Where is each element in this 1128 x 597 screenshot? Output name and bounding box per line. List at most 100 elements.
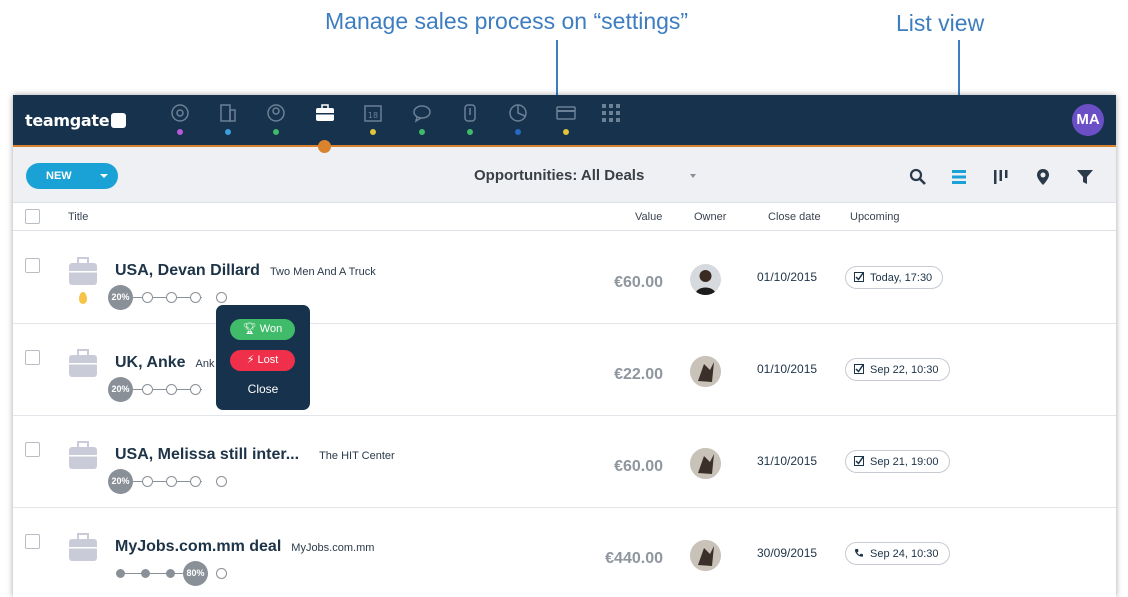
table-row[interactable]: MyJobs.com.mm deal MyJobs.com.mm 80% €440… — [13, 508, 1116, 597]
stage-dot[interactable] — [116, 569, 125, 578]
close-date: 31/10/2015 — [757, 454, 818, 468]
row-checkbox[interactable] — [25, 258, 40, 273]
table-row[interactable]: USA, Devan Dillard Two Men And A Truck 20… — [13, 232, 1116, 324]
header-close-date[interactable]: Close date — [768, 211, 821, 223]
nav-item-target[interactable] — [165, 103, 195, 143]
header-value[interactable]: Value — [635, 211, 662, 223]
app-logo[interactable]: teamgate — [25, 111, 127, 130]
stage-dot[interactable] — [142, 384, 153, 395]
deal-title[interactable]: UK, Anke Ank — [115, 354, 215, 372]
svg-text:18: 18 — [368, 111, 378, 120]
current-stage-badge[interactable]: 20% — [108, 377, 133, 402]
deal-title[interactable]: MyJobs.com.mm deal MyJobs.com.mm — [115, 538, 374, 556]
won-label: Won — [259, 323, 283, 335]
logo-badge-icon — [111, 113, 127, 128]
search-icon[interactable] — [908, 167, 928, 187]
row-checkbox[interactable] — [25, 350, 40, 365]
close-date: 01/10/2015 — [757, 362, 818, 376]
stage-tracker[interactable]: 20% — [108, 469, 248, 495]
header-upcoming[interactable]: Upcoming — [850, 211, 900, 223]
stage-dot[interactable] — [216, 292, 227, 303]
table-row[interactable]: UK, Anke Ank 20% €22.00 01/10/2015 Sep 22… — [13, 324, 1116, 416]
owner-avatar[interactable] — [690, 356, 721, 387]
filter-icon[interactable] — [1075, 167, 1095, 187]
nav-item-contacts[interactable] — [261, 103, 291, 143]
deal-organization[interactable]: MyJobs.com.mm — [291, 542, 374, 554]
pipeline-view-icon[interactable] — [991, 167, 1011, 187]
nav-item-reports[interactable] — [503, 103, 533, 143]
stage-tracker[interactable]: 80% — [108, 561, 248, 587]
task-check-icon — [854, 272, 864, 282]
nav-item-apps[interactable] — [596, 103, 626, 143]
stage-dot[interactable] — [190, 384, 201, 395]
owner-avatar[interactable] — [690, 448, 721, 479]
view-selector[interactable]: Opportunities: All Deals — [474, 167, 644, 184]
card-icon — [556, 106, 576, 120]
current-stage-badge[interactable]: 20% — [108, 285, 133, 310]
lightning-icon: ⚡︎ — [246, 354, 258, 366]
stage-dot[interactable] — [166, 569, 175, 578]
current-stage-badge[interactable]: 80% — [183, 561, 208, 586]
nav-dot — [563, 129, 569, 135]
won-button[interactable]: 🏆︎ Won — [230, 319, 295, 340]
hot-flame-icon — [79, 292, 87, 304]
upcoming-text: Sep 22, 10:30 — [870, 364, 939, 376]
annotation-list-view: List view — [896, 10, 985, 36]
row-checkbox[interactable] — [25, 534, 40, 549]
stage-dot[interactable] — [216, 476, 227, 487]
owner-avatar[interactable] — [690, 540, 721, 571]
logo-text: teamgate — [25, 111, 110, 130]
deal-title[interactable]: USA, Melissa still inter... The HIT Cente… — [115, 446, 395, 464]
owner-avatar[interactable] — [690, 264, 721, 295]
upcoming-activity[interactable]: Sep 22, 10:30 — [845, 358, 950, 381]
stage-dot[interactable] — [166, 476, 177, 487]
upcoming-activity[interactable]: Sep 24, 10:30 — [845, 542, 950, 565]
lost-button[interactable]: ⚡︎ Lost — [230, 350, 295, 371]
attachment-icon — [464, 104, 476, 122]
nav-item-billing[interactable] — [551, 103, 581, 143]
deal-organization[interactable]: The HIT Center — [319, 450, 395, 462]
deal-value: €60.00 — [614, 274, 663, 291]
stage-dot[interactable] — [190, 292, 201, 303]
table-row[interactable]: USA, Melissa still inter... The HIT Cente… — [13, 416, 1116, 508]
deal-organization[interactable]: Ank — [196, 358, 215, 370]
current-stage-badge[interactable]: 20% — [108, 469, 133, 494]
nav-item-companies[interactable] — [213, 103, 243, 143]
stage-dot[interactable] — [141, 569, 150, 578]
user-avatar[interactable]: MA — [1072, 104, 1104, 136]
nav-item-files[interactable] — [455, 103, 485, 143]
stage-dot[interactable] — [142, 292, 153, 303]
stage-dot[interactable] — [166, 292, 177, 303]
nav-item-deals[interactable] — [310, 103, 340, 143]
deal-value: €60.00 — [614, 458, 663, 475]
nav-item-calendar[interactable]: 18 — [358, 103, 388, 143]
deal-title-text: MyJobs.com.mm deal — [115, 538, 282, 555]
nav-item-chat[interactable] — [407, 103, 437, 143]
view-caret-icon[interactable] — [690, 174, 696, 178]
deal-title[interactable]: USA, Devan Dillard Two Men And A Truck — [115, 262, 376, 280]
stage-dot[interactable] — [190, 476, 201, 487]
map-pin-icon[interactable] — [1033, 167, 1053, 187]
header-owner[interactable]: Owner — [694, 211, 726, 223]
close-popup-button[interactable]: Close — [216, 382, 310, 396]
nav-dot — [225, 129, 231, 135]
stage-popup: 🏆︎ Won ⚡︎ Lost Close — [216, 305, 310, 410]
list-view-icon[interactable] — [949, 167, 969, 187]
stage-dot[interactable] — [166, 384, 177, 395]
upcoming-activity[interactable]: Sep 21, 19:00 — [845, 450, 950, 473]
target-icon — [171, 104, 189, 122]
calendar-icon: 18 — [364, 105, 382, 122]
upcoming-activity[interactable]: Today, 17:30 — [845, 266, 944, 289]
row-checkbox[interactable] — [25, 442, 40, 457]
nav-dot — [419, 129, 425, 135]
upcoming-text: Sep 24, 10:30 — [870, 548, 939, 560]
stage-dot[interactable] — [142, 476, 153, 487]
new-button[interactable]: NEW — [26, 163, 118, 189]
deal-organization[interactable]: Two Men And A Truck — [270, 266, 376, 278]
header-title[interactable]: Title — [68, 211, 88, 223]
app-window: teamgate 18 MA NEW Opportunities: All De… — [13, 95, 1116, 597]
chevron-down-icon[interactable] — [100, 174, 108, 178]
stage-dot[interactable] — [216, 568, 227, 579]
select-all-checkbox[interactable] — [25, 209, 40, 224]
pie-chart-icon — [509, 104, 527, 122]
